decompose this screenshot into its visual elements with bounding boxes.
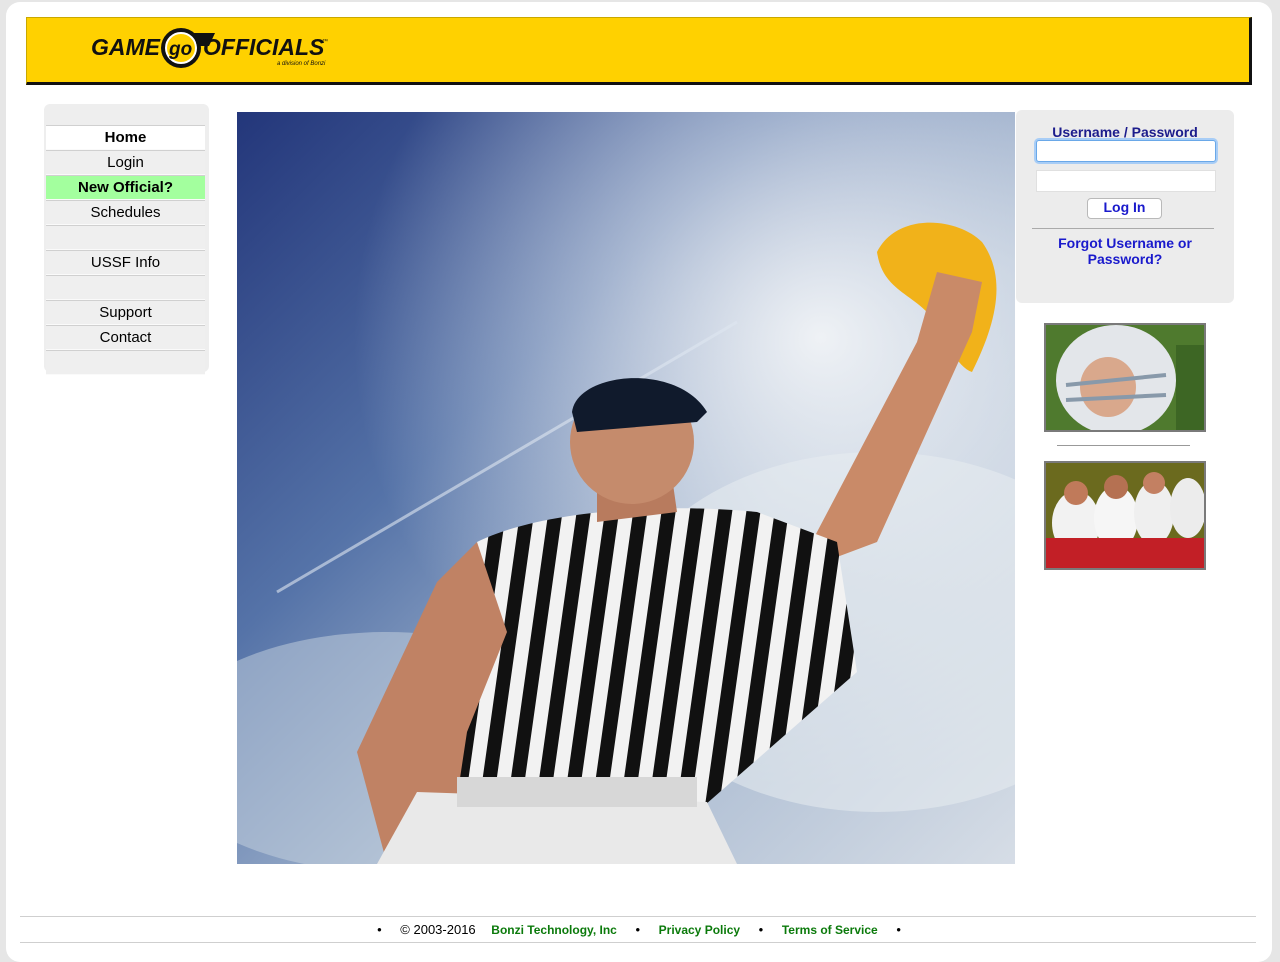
login-panel: Username / Password Log In Forgot Userna…	[1016, 110, 1234, 303]
svg-text:™: ™	[322, 38, 328, 45]
svg-text:a division of Bonzi: a division of Bonzi	[277, 61, 326, 67]
copyright-text: © 2003-2016	[400, 922, 476, 937]
thumbnail-divider	[1057, 445, 1190, 446]
nav-item-contact[interactable]: Contact	[46, 325, 205, 350]
login-button[interactable]: Log In	[1087, 198, 1162, 219]
nav-item-new-official[interactable]: New Official?	[46, 175, 205, 200]
footer-bullet: •	[896, 922, 901, 937]
nav-spacer	[46, 225, 205, 250]
password-input[interactable]	[1036, 170, 1216, 192]
nav-item-schedules[interactable]: Schedules	[46, 200, 205, 225]
nav-item-login[interactable]: Login	[46, 150, 205, 175]
nav-item-support[interactable]: Support	[46, 300, 205, 325]
footer-divider-top	[20, 916, 1256, 917]
nav-item-ussf-info[interactable]: USSF Info	[46, 250, 205, 275]
nav-item-home[interactable]: Home	[46, 125, 205, 150]
company-link[interactable]: Bonzi Technology, Inc	[491, 923, 617, 937]
nav-spacer	[46, 275, 205, 300]
main-nav: Home Login New Official? Schedules USSF Info…	[44, 104, 209, 375]
svg-text:go: go	[168, 39, 192, 60]
site-footer: • © 2003-2016 Bonzi Technology, Inc • Pr…	[6, 922, 1272, 937]
page: GAME go OFFICIALS ™ a division of Bonzi …	[6, 2, 1272, 962]
footer-bullet: •	[635, 922, 641, 937]
nav-spacer	[46, 350, 205, 375]
svg-text:OFFICIALS: OFFICIALS	[203, 34, 325, 60]
svg-text:GAME: GAME	[91, 34, 161, 60]
terms-of-service-link[interactable]: Terms of Service	[782, 923, 878, 937]
privacy-policy-link[interactable]: Privacy Policy	[659, 923, 740, 937]
footer-bullet: •	[758, 922, 764, 937]
thumbnail-team-bench	[1044, 461, 1206, 570]
site-header: GAME go OFFICIALS ™ a division of Bonzi	[26, 17, 1252, 85]
username-input[interactable]	[1036, 140, 1216, 162]
login-divider	[1032, 228, 1214, 229]
referee-photo	[237, 112, 1015, 864]
login-label: Username / Password	[1052, 124, 1198, 140]
footer-divider-bottom	[20, 942, 1256, 943]
footer-bullet: •	[377, 922, 382, 937]
youth-player-photo	[1046, 325, 1204, 430]
forgot-credentials-link[interactable]: Forgot Username or Password?	[1036, 235, 1214, 267]
thumbnail-youth-player	[1044, 323, 1206, 432]
hero-image	[237, 112, 1015, 864]
site-logo[interactable]: GAME go OFFICIALS ™ a division of Bonzi	[89, 24, 329, 76]
team-bench-photo	[1046, 463, 1204, 568]
